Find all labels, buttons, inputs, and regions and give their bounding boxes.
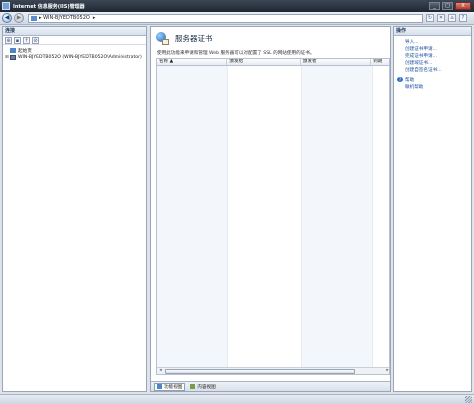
server-icon [10, 55, 16, 60]
features-view-icon [157, 384, 162, 389]
server-icon [31, 15, 37, 21]
scrollbar-thumb[interactable] [165, 368, 355, 374]
iis-app-icon [2, 2, 10, 10]
minimize-button[interactable]: _ [429, 2, 440, 10]
list-header: 名称 ▲ 颁发给 颁发者 到期 [157, 59, 389, 66]
breadcrumb-server[interactable]: WIN-BJYEDTB052O [43, 15, 90, 21]
action-create-domain-certificate[interactable]: 创建域证书... [397, 59, 471, 66]
connections-tree: 起始页 ⊞ WIN-BJYEDTB052O (WIN-BJYEDTB052O\A… [3, 45, 146, 63]
tab-features-view[interactable]: 功能视图 [154, 382, 186, 391]
tab-label: 内容视图 [197, 384, 216, 390]
list-body [157, 66, 389, 368]
view-tabs: 功能视图 内容视图 [151, 381, 390, 391]
action-label[interactable]: 联机帮助 [405, 84, 423, 90]
resize-grip-icon[interactable] [465, 396, 472, 403]
action-online-help[interactable]: 联机帮助 [397, 83, 471, 90]
action-label[interactable]: 创建域证书... [405, 60, 432, 66]
disconnect-icon[interactable]: ⊘ [32, 36, 39, 44]
connections-pane: 连接 ⊕ ▪ ↑ ⊘ 起始页 ⊞ WIN-BJYEDTB052O (WIN-BJ… [2, 26, 147, 392]
feature-header: 服务器证书 [151, 27, 390, 49]
column-header-name[interactable]: 名称 ▲ [157, 59, 228, 65]
help-icon[interactable]: ? [459, 14, 467, 22]
tab-label: 功能视图 [164, 384, 183, 390]
status-bar [0, 394, 474, 404]
breadcrumb-chevron[interactable]: ▸ [93, 15, 96, 21]
action-label[interactable]: 完成证书申请... [405, 53, 437, 59]
connect-icon[interactable]: ⊕ [5, 36, 12, 44]
help-icon: ? [397, 77, 403, 82]
certificate-list[interactable]: 名称 ▲ 颁发给 颁发者 到期 ◂ ▸ [156, 58, 390, 375]
up-icon[interactable]: ↑ [23, 36, 30, 44]
action-label[interactable]: 导入... [405, 39, 419, 45]
maximize-button[interactable]: □ [442, 2, 453, 10]
column-header-expiration[interactable]: 到期 [371, 59, 389, 65]
action-label[interactable]: 创建证书申请... [405, 46, 437, 52]
tree-item-start-page[interactable]: 起始页 [5, 47, 144, 54]
action-create-self-signed-certificate[interactable]: 创建自签名证书... [397, 66, 471, 73]
refresh-icon[interactable]: ↻ [426, 14, 434, 22]
page-title: 服务器证书 [175, 33, 213, 43]
column-header-issued-by[interactable]: 颁发者 [301, 59, 372, 65]
list-column [302, 66, 373, 368]
breadcrumb[interactable]: ▸ WIN-BJYEDTB052O ▸ [28, 13, 423, 23]
action-label[interactable]: 创建自签名证书... [405, 67, 442, 73]
save-icon[interactable]: ▪ [14, 36, 21, 44]
window-title: Internet 信息服务(IIS)管理器 [13, 3, 85, 10]
import-icon [397, 39, 403, 44]
stop-icon[interactable]: ✕ [437, 14, 445, 22]
title-bar: Internet 信息服务(IIS)管理器 _ □ X [0, 0, 474, 12]
action-create-certificate-request[interactable]: 创建证书申请... [397, 45, 471, 52]
list-column [373, 66, 389, 368]
content-view-icon [190, 384, 196, 389]
column-header-issued-to[interactable]: 颁发给 [227, 59, 301, 65]
actions-list: 导入... 创建证书申请... 完成证书申请... 创建域证书... 创建自签名… [394, 36, 471, 90]
actions-pane: 操作 导入... 创建证书申请... 完成证书申请... 创建域证书... 创建… [393, 26, 472, 392]
tree-item-server[interactable]: ⊞ WIN-BJYEDTB052O (WIN-BJYEDTB052O\Admin… [5, 54, 144, 61]
feature-view: 服务器证书 使用此功能来申请和管理 Web 服务器可以对配置了 SSL 的网站使… [150, 26, 391, 392]
back-arrow-icon[interactable]: ◀ [2, 13, 12, 23]
tab-content-view[interactable]: 内容视图 [187, 383, 218, 391]
horizontal-scrollbar[interactable]: ◂ ▸ [157, 367, 389, 374]
list-column [157, 66, 228, 368]
address-bar: ◀ ▶ ▸ WIN-BJYEDTB052O ▸ ↻ ✕ ⌂ ? [0, 12, 474, 25]
actions-header: 操作 [394, 27, 471, 36]
home-icon [10, 48, 16, 53]
server-certificate-icon [156, 31, 169, 45]
forward-arrow-icon[interactable]: ▶ [14, 13, 24, 23]
scroll-left-icon[interactable]: ◂ [157, 368, 164, 374]
action-import[interactable]: 导入... [397, 38, 471, 45]
tree-item-label: 起始页 [18, 48, 32, 54]
list-column [228, 66, 302, 368]
home-icon[interactable]: ⌂ [448, 14, 456, 22]
action-help[interactable]: ? 帮助 [397, 76, 471, 83]
connections-header: 连接 [3, 27, 146, 36]
connections-toolbar: ⊕ ▪ ↑ ⊘ [3, 36, 146, 45]
close-button[interactable]: X [455, 2, 471, 10]
action-label[interactable]: 帮助 [405, 77, 414, 83]
action-complete-certificate-request[interactable]: 完成证书申请... [397, 52, 471, 59]
tree-item-label: WIN-BJYEDTB052O (WIN-BJYEDTB052O\Adminis… [18, 55, 142, 60]
scroll-right-icon[interactable]: ▸ [384, 368, 389, 374]
feature-description: 使用此功能来申请和管理 Web 服务器可以对配置了 SSL 的网站使用的证书。 [157, 51, 315, 56]
